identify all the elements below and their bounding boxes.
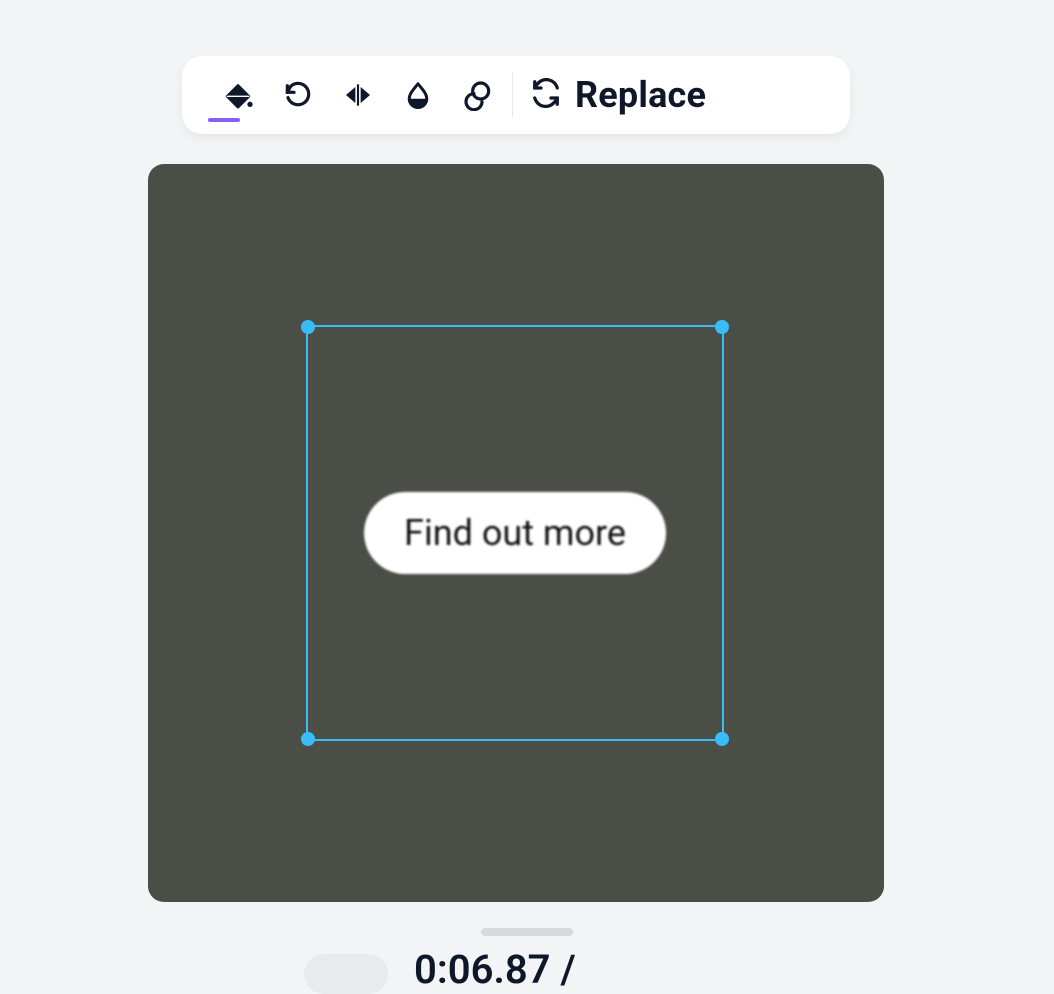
layers-button[interactable] (448, 56, 508, 134)
clip-edit-toolbar: Replace (182, 56, 850, 134)
resize-handle-tr[interactable] (715, 320, 729, 334)
flip-button[interactable] (328, 56, 388, 134)
toolbar-divider (512, 72, 513, 118)
active-tool-underline (208, 118, 240, 122)
resize-handle-tl[interactable] (301, 320, 315, 334)
resize-handle-br[interactable] (715, 732, 729, 746)
paint-bucket-icon (222, 79, 254, 111)
replace-button[interactable]: Replace (525, 74, 712, 116)
rotate-ccw-icon (282, 79, 314, 111)
layers-icon (462, 79, 494, 111)
sync-icon (531, 78, 561, 112)
droplet-half-icon (403, 79, 433, 111)
resize-handle-bl[interactable] (301, 732, 315, 746)
timeline-chip[interactable] (304, 954, 388, 994)
contrast-button[interactable] (388, 56, 448, 134)
clip-button-label[interactable]: Find out more (364, 492, 666, 574)
rotate-button[interactable] (268, 56, 328, 134)
flip-horizontal-icon (341, 79, 375, 111)
video-canvas[interactable]: Find out more (148, 164, 884, 902)
panel-drag-handle[interactable] (481, 928, 573, 936)
replace-button-label: Replace (575, 74, 706, 116)
fill-color-button[interactable] (208, 56, 268, 134)
selection-box[interactable]: Find out more (306, 325, 724, 741)
